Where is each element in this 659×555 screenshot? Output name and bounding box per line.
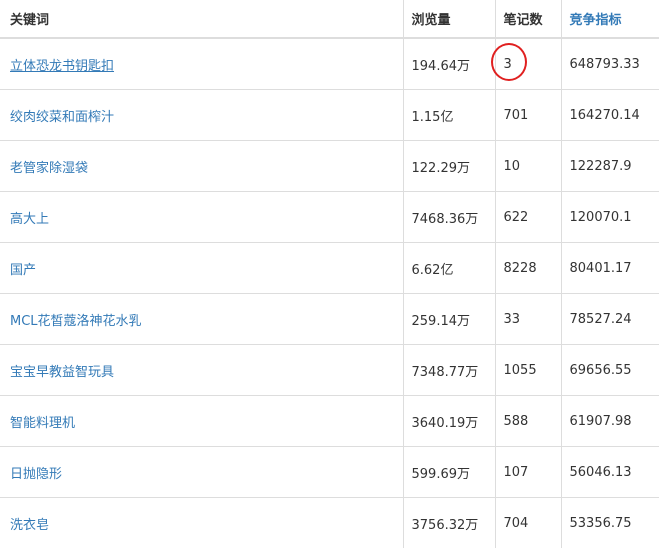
keyword-cell: MCL花皙蔻洛神花水乳 [0,293,403,345]
keyword-link[interactable]: 智能料理机 [10,416,75,431]
notes-cell: 3 [490,38,561,90]
competition-cell: 164270.14 [560,89,659,141]
views-cell: 7468.36万 [402,191,495,243]
keyword-cell: 日抛隐形 [0,446,403,498]
views-cell: 6.62亿 [402,242,495,294]
competition-cell: 648793.33 [560,38,659,90]
keyword-table: 关键词 浏览量 笔记数 竞争指标 立体恐龙书钥匙扣 194.64万 3 6487… [0,0,659,548]
keyword-link[interactable]: 洗衣皂 [10,518,49,533]
competition-cell: 61907.98 [560,395,659,447]
competition-cell: 120070.1 [560,191,659,243]
keyword-cell: 立体恐龙书钥匙扣 [0,38,403,90]
table-row: MCL花皙蔻洛神花水乳 259.14万 33 78527.24 [0,293,659,345]
table-row: 洗衣皂 3756.32万 704 53356.75 [0,497,659,548]
table-header-row: 关键词 浏览量 笔记数 竞争指标 [0,0,659,39]
keyword-cell: 高大上 [0,191,403,243]
notes-cell: 8228 [494,242,561,294]
competition-cell: 78527.24 [560,293,659,345]
keyword-link[interactable]: 高大上 [10,212,49,227]
views-cell: 599.69万 [402,446,495,498]
notes-cell: 107 [494,446,561,498]
table-row: 老管家除湿袋 122.29万 10 122287.9 [0,140,659,192]
competition-cell: 56046.13 [560,446,659,498]
table-row: 高大上 7468.36万 622 120070.1 [0,191,659,243]
header-competition-sort[interactable]: 竞争指标 [560,0,659,39]
notes-cell: 704 [494,497,561,548]
views-cell: 122.29万 [402,140,495,192]
keyword-link[interactable]: 宝宝早教益智玩具 [10,365,114,380]
notes-cell: 701 [494,89,561,141]
notes-cell: 33 [494,293,561,345]
table-row: 立体恐龙书钥匙扣 194.64万 3 648793.33 [0,38,659,90]
notes-cell: 1055 [494,344,561,396]
keyword-link[interactable]: 立体恐龙书钥匙扣 [10,59,114,74]
keyword-link[interactable]: 绞肉绞菜和面榨汁 [10,110,114,125]
keyword-link[interactable]: MCL花皙蔻洛神花水乳 [10,314,142,329]
competition-cell: 69656.55 [560,344,659,396]
notes-cell: 622 [494,191,561,243]
views-cell: 3640.19万 [402,395,495,447]
views-cell: 3756.32万 [402,497,495,548]
table-row: 宝宝早教益智玩具 7348.77万 1055 69656.55 [0,344,659,396]
red-circle-annotation [490,42,527,81]
circled-notes-value: 3 [490,42,527,81]
keyword-cell: 老管家除湿袋 [0,140,403,192]
keyword-link[interactable]: 老管家除湿袋 [10,161,88,176]
header-notes: 笔记数 [494,0,561,39]
competition-cell: 122287.9 [560,140,659,192]
views-cell: 194.64万 [402,38,495,90]
table-row: 智能料理机 3640.19万 588 61907.98 [0,395,659,447]
notes-cell: 10 [494,140,561,192]
keyword-cell: 绞肉绞菜和面榨汁 [0,89,403,141]
views-cell: 259.14万 [402,293,495,345]
keyword-link[interactable]: 日抛隐形 [10,467,62,482]
table-row: 日抛隐形 599.69万 107 56046.13 [0,446,659,498]
keyword-cell: 智能料理机 [0,395,403,447]
keyword-cell: 国产 [0,242,403,294]
table-row: 国产 6.62亿 8228 80401.17 [0,242,659,294]
competition-cell: 80401.17 [560,242,659,294]
keyword-cell: 洗衣皂 [0,497,403,548]
competition-cell: 53356.75 [560,497,659,548]
keyword-cell: 宝宝早教益智玩具 [0,344,403,396]
keyword-link[interactable]: 国产 [10,263,36,278]
views-cell: 7348.77万 [402,344,495,396]
table-row: 绞肉绞菜和面榨汁 1.15亿 701 164270.14 [0,89,659,141]
views-cell: 1.15亿 [402,89,495,141]
header-keyword: 关键词 [0,0,403,39]
notes-cell: 588 [494,395,561,447]
header-views: 浏览量 [402,0,495,39]
